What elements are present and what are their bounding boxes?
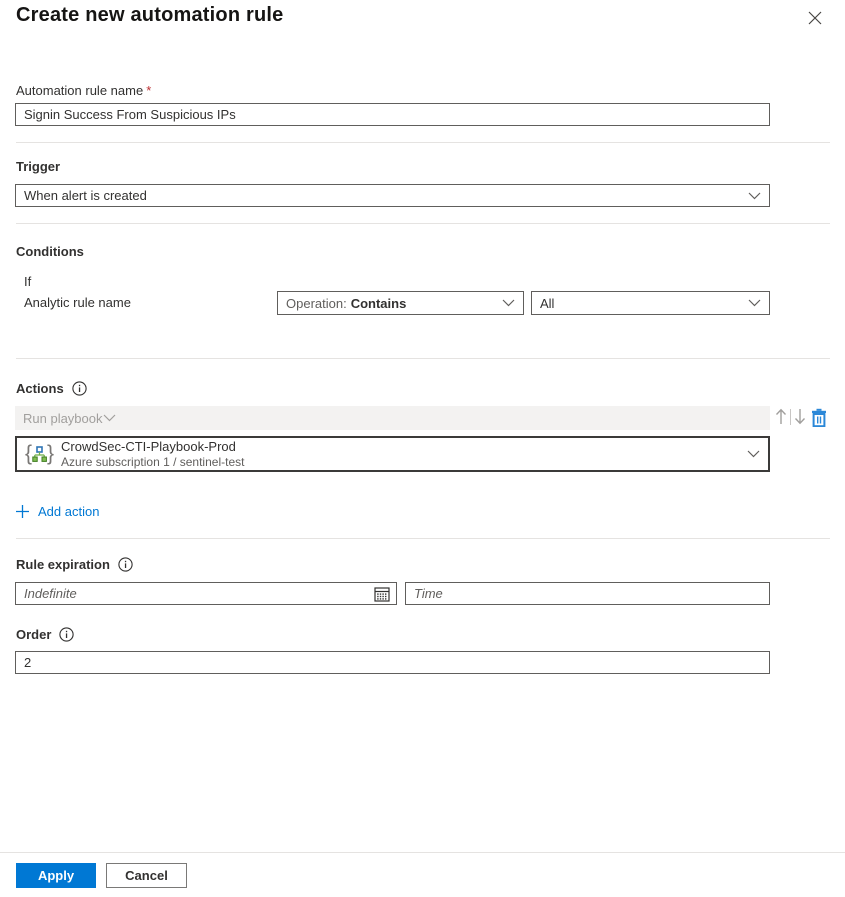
rule-name-label-text: Automation rule name [16, 83, 143, 98]
chevron-down-icon [103, 414, 116, 422]
logic-app-icon: { } [25, 444, 54, 465]
playbook-subtitle: Azure subscription 1 / sentinel-test [61, 455, 740, 469]
add-action-label: Add action [38, 504, 99, 519]
move-down-icon[interactable] [793, 407, 807, 426]
action-type-dropdown: Run playbook [15, 406, 770, 430]
trigger-dropdown-value: When alert is created [24, 188, 748, 203]
apply-button[interactable]: Apply [16, 863, 96, 888]
info-icon[interactable] [72, 381, 87, 396]
rule-expiration-label: Rule expiration [16, 557, 110, 572]
brace-right: } [47, 443, 54, 464]
expiration-time-input[interactable] [405, 582, 770, 605]
chevron-down-icon [502, 299, 515, 307]
chevron-down-icon [747, 450, 760, 458]
cancel-button[interactable]: Cancel [106, 863, 187, 888]
rule-name-label: Automation rule name* [16, 83, 151, 98]
add-action-button[interactable]: Add action [16, 504, 99, 519]
operation-prefix: Operation: [286, 296, 347, 311]
order-input[interactable] [15, 651, 770, 674]
trigger-dropdown[interactable]: When alert is created [15, 184, 770, 207]
divider [16, 223, 830, 224]
condition-value-dropdown[interactable]: All [531, 291, 770, 315]
brace-left: { [25, 443, 32, 464]
condition-operation-dropdown[interactable]: Operation: Contains [277, 291, 524, 315]
close-button[interactable] [803, 6, 827, 30]
chevron-down-icon [748, 299, 761, 307]
divider [16, 142, 830, 143]
actions-label: Actions [16, 381, 64, 396]
logic-app-glyph [32, 446, 47, 463]
playbook-name: CrowdSec-CTI-Playbook-Prod [61, 439, 740, 454]
conditions-label: Conditions [16, 244, 84, 259]
trash-icon [811, 408, 827, 427]
condition-field-label: Analytic rule name [24, 295, 131, 310]
footer-divider [0, 852, 845, 853]
condition-value: All [540, 296, 748, 311]
if-label: If [24, 274, 31, 289]
move-up-icon[interactable] [774, 407, 788, 426]
rule-name-input[interactable] [15, 103, 770, 126]
order-label: Order [16, 627, 51, 642]
operation-value: Contains [351, 296, 407, 311]
divider [16, 538, 830, 539]
condition-operation-value: Operation: Contains [286, 296, 502, 311]
plus-icon [16, 505, 29, 518]
close-icon [808, 11, 822, 25]
create-automation-rule-panel: { "header": { "title": "Create new autom… [0, 0, 845, 897]
divider [16, 358, 830, 359]
delete-action-button[interactable] [808, 405, 830, 429]
playbook-info: CrowdSec-CTI-Playbook-Prod Azure subscri… [61, 439, 740, 468]
playbook-dropdown[interactable]: { } CrowdSec-CTI-Playbook-Prod Azure sub… [15, 436, 770, 472]
info-icon[interactable] [59, 627, 74, 642]
action-type-value: Run playbook [23, 411, 103, 426]
info-icon[interactable] [118, 557, 133, 572]
required-marker: * [146, 83, 151, 98]
divider [790, 409, 791, 425]
expiration-date-input[interactable] [15, 582, 397, 605]
trigger-label: Trigger [16, 159, 60, 174]
chevron-down-icon [748, 192, 761, 200]
page-title: Create new automation rule [16, 4, 283, 27]
